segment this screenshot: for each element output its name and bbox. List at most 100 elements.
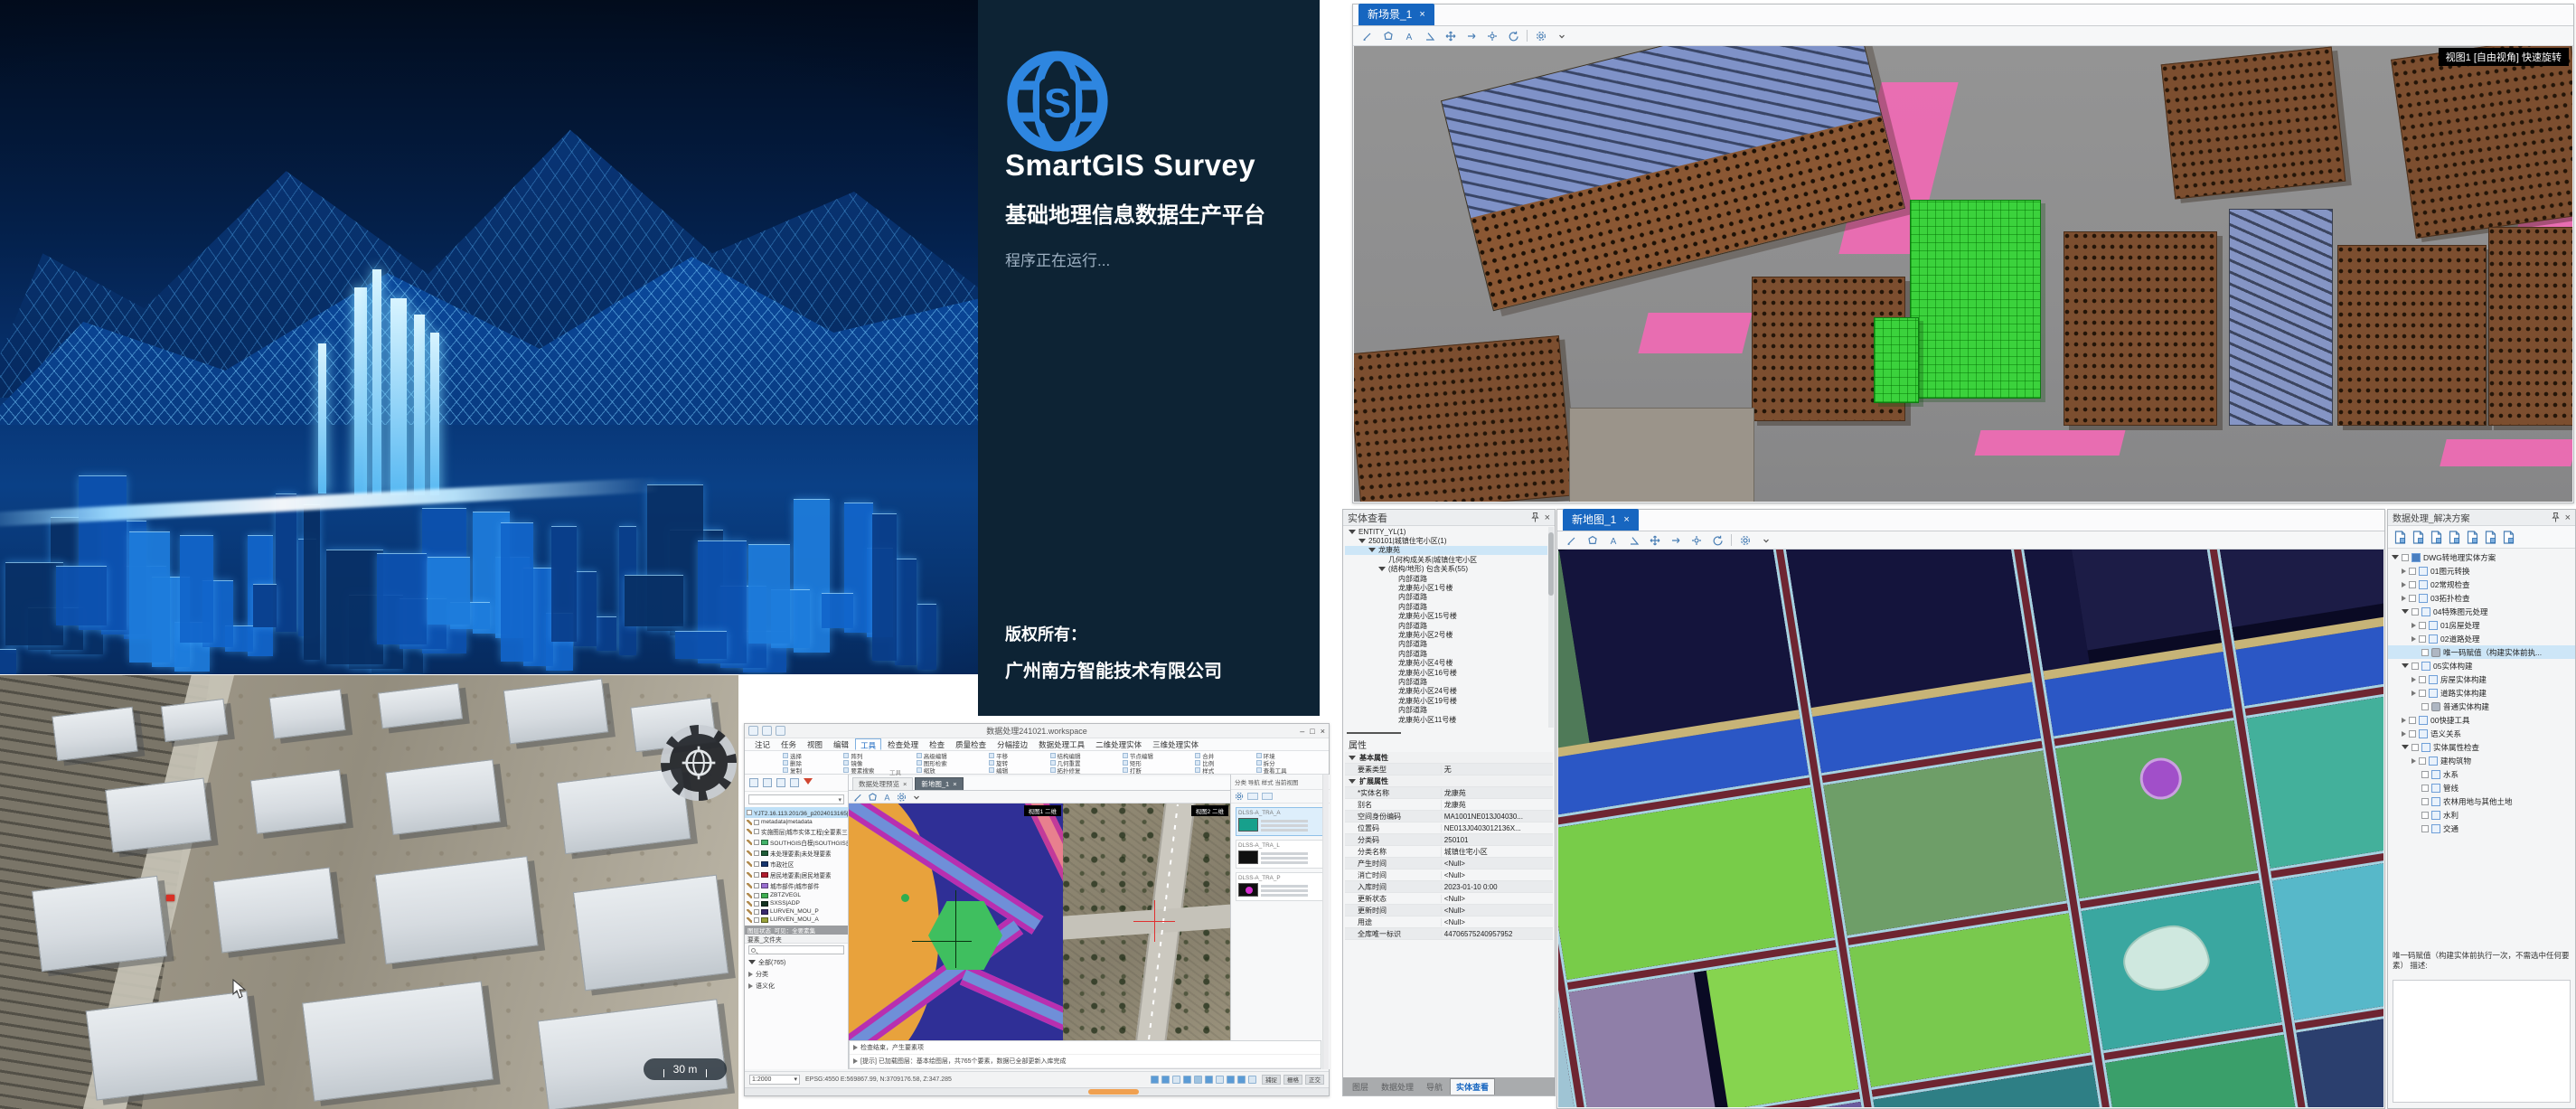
solution-tree-item[interactable]: 05实体构建	[2388, 659, 2575, 672]
solution-doc-icon[interactable]	[2483, 530, 2497, 544]
ribbon-tab[interactable]: 视图	[803, 738, 827, 750]
status-icon[interactable]	[1161, 1076, 1170, 1084]
gear-icon[interactable]	[1235, 792, 1244, 801]
item-checkbox[interactable]	[2411, 663, 2419, 670]
tool-gear-icon[interactable]	[1534, 29, 1548, 43]
item-checkbox[interactable]	[2409, 568, 2416, 575]
layer-row[interactable]: 实施图层|城市实体工程|全要素三维数据生产图层-数据库	[745, 826, 848, 837]
tree-item[interactable]: 龙康苑小区11号楼	[1345, 715, 1547, 724]
tree-item[interactable]: 龙康苑小区1号楼	[1345, 583, 1547, 592]
legend-card[interactable]: DLSS-A_TRA_P	[1236, 872, 1325, 901]
expander-icon[interactable]	[748, 960, 756, 964]
tab-new-map[interactable]: 新地图_1 ×	[1563, 509, 1639, 531]
ribbon-button[interactable]: 要素搜索	[843, 766, 912, 774]
tool-poly-icon[interactable]	[1381, 29, 1396, 43]
expander-icon[interactable]	[853, 1058, 858, 1064]
table-icon[interactable]	[790, 778, 799, 787]
tool-A-icon[interactable]: A	[1402, 29, 1416, 43]
layer-row[interactable]: SOUTHGIS白模|SOUTHGIS白模	[745, 837, 848, 848]
status-icon[interactable]	[1183, 1076, 1191, 1084]
vector-map-view[interactable]: 视图1 二维	[849, 804, 1063, 1040]
property-row[interactable]: 要素类型无	[1345, 764, 1553, 775]
solution-tree-item[interactable]: 建构筑物	[2388, 754, 2575, 767]
expander-icon[interactable]	[2402, 609, 2409, 614]
solution-tree-item[interactable]: 交通	[2388, 822, 2575, 835]
item-checkbox[interactable]	[2421, 703, 2429, 710]
tree-item[interactable]: 内部道路	[1345, 640, 1547, 649]
tree-item[interactable]: 龙康苑小区16号楼	[1345, 668, 1547, 677]
folder-tree-item[interactable]: 分类	[745, 968, 848, 980]
solution-tree-item[interactable]: 01图元转换	[2388, 564, 2575, 578]
item-checkbox[interactable]	[2421, 771, 2429, 778]
tab-new-scene[interactable]: 新场景_1 ×	[1359, 4, 1434, 25]
legend-collapse-button[interactable]	[1262, 793, 1273, 800]
status-toggle[interactable]: 正交	[1305, 1075, 1324, 1085]
tree-item[interactable]: 内部道路	[1345, 621, 1547, 630]
solution-tree-item[interactable]: 道路实体构建	[2388, 686, 2575, 700]
expander-icon[interactable]	[1349, 756, 1356, 760]
close-button[interactable]: ×	[1321, 727, 1325, 736]
ribbon-tab[interactable]: 数据处理工具	[1034, 738, 1089, 750]
tool-A-icon[interactable]: A	[1606, 533, 1621, 548]
tool-poly-icon[interactable]	[1585, 533, 1600, 548]
layer-row[interactable]: 城市部件|城市部件	[745, 880, 848, 891]
solution-doc-icon[interactable]	[2447, 530, 2461, 544]
horizontal-scrollbar[interactable]	[745, 1087, 1329, 1095]
tree-item[interactable]: 内部道路	[1345, 677, 1547, 686]
property-row[interactable]: 入库时间2023-01-10 0:00	[1345, 881, 1553, 893]
layer-row[interactable]: 居民地要素|居民地要素	[745, 869, 848, 880]
solution-tree-item[interactable]: 语义关系	[2388, 727, 2575, 740]
item-checkbox[interactable]	[2421, 812, 2429, 819]
solution-tree-item[interactable]: 农林用地与其他土地	[2388, 794, 2575, 808]
folder-tree-item[interactable]: 语义化	[745, 980, 848, 992]
expander-icon[interactable]	[748, 983, 753, 989]
status-icon[interactable]	[1172, 1076, 1180, 1084]
layer-row-selected[interactable]: YJT2.16.113.201/36_p2024013165|城市级实体二维库	[745, 807, 848, 818]
scrollbar-thumb[interactable]	[1088, 1089, 1139, 1095]
solution-doc-icon[interactable]	[2501, 530, 2515, 544]
item-checkbox[interactable]	[2402, 554, 2409, 561]
item-checkbox[interactable]	[2411, 608, 2419, 616]
folder-tree-item[interactable]: 全部(765)	[745, 956, 848, 968]
ribbon-tab[interactable]: 二维处理实体	[1091, 738, 1146, 750]
layer-row[interactable]: 未处理要素|未处理要素	[745, 848, 848, 859]
layer-checkbox[interactable]	[754, 893, 759, 898]
search-box[interactable]	[748, 945, 844, 954]
property-row[interactable]: 分类码250101	[1345, 834, 1553, 846]
status-icon[interactable]	[1194, 1076, 1202, 1084]
city-3d-view[interactable]: 30 m	[0, 675, 738, 1109]
expander-icon[interactable]	[2402, 596, 2406, 601]
layer-row[interactable]: LURVEN_MOU_A	[745, 916, 848, 924]
expander-icon[interactable]	[2402, 718, 2406, 723]
pin-icon[interactable]	[2552, 512, 2560, 522]
property-row[interactable]: 消亡时间<Null>	[1345, 869, 1553, 881]
minimize-button[interactable]: –	[1300, 727, 1304, 736]
item-checkbox[interactable]	[2409, 581, 2416, 588]
tree-item[interactable]: 内部道路	[1345, 574, 1547, 583]
filter-icon[interactable]	[804, 778, 813, 785]
tool-gear-icon[interactable]	[1738, 533, 1753, 548]
property-group-row[interactable]: 扩展属性	[1345, 775, 1553, 787]
layer-row[interactable]: SXSS|ADP	[745, 899, 848, 907]
ribbon-button[interactable]: 编辑	[989, 766, 1046, 774]
ribbon-button[interactable]: 查看工具	[1256, 766, 1325, 774]
layer-row[interactable]: metadata|metadata	[745, 818, 848, 826]
status-icon[interactable]	[1216, 1076, 1224, 1084]
description-textbox[interactable]	[2393, 980, 2571, 1103]
tree-item[interactable]: 内部道路	[1345, 602, 1547, 611]
city-2d-map[interactable]	[1558, 550, 2383, 1107]
layer-filter-combo[interactable]: ▾	[748, 794, 844, 804]
layer-checkbox[interactable]	[747, 810, 752, 815]
tool-caret-icon[interactable]	[1555, 29, 1569, 43]
layer-checkbox[interactable]	[754, 883, 759, 888]
tree-item[interactable]: 龙康苑小区15号楼	[1345, 612, 1547, 621]
solution-tree-item[interactable]: DWG转地理实体方案	[2388, 550, 2575, 564]
expander-icon[interactable]	[2402, 663, 2409, 668]
layer-checkbox[interactable]	[754, 917, 759, 923]
solution-tree-item[interactable]: 房屋实体构建	[2388, 672, 2575, 686]
expander-icon[interactable]	[2402, 582, 2406, 587]
status-toggle[interactable]: 栅格	[1283, 1075, 1302, 1085]
expander-icon[interactable]	[2411, 623, 2416, 628]
map-tab[interactable]: 新地图_1×	[915, 777, 963, 790]
tool-pan-icon[interactable]	[1689, 533, 1704, 548]
